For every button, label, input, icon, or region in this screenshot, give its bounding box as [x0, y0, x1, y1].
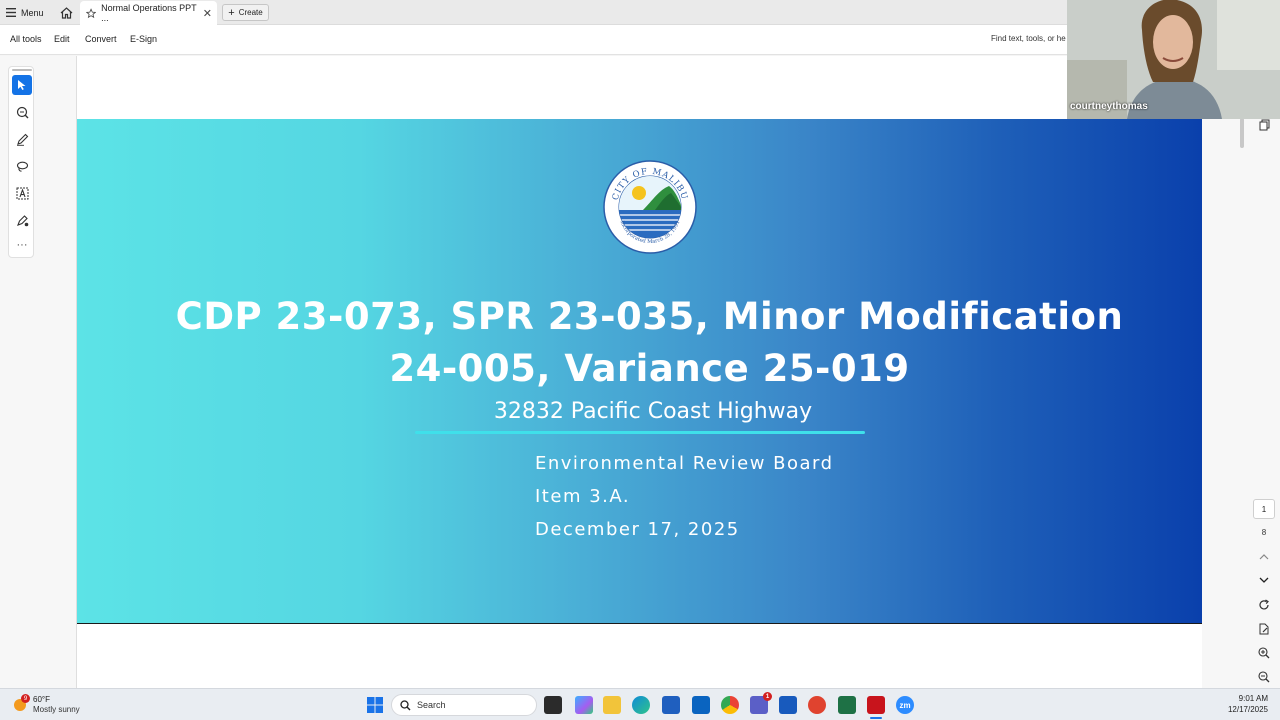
draw-tool-button[interactable] [12, 129, 32, 149]
weather-description: Mostly sunny [33, 705, 80, 714]
taskbar-search[interactable]: Search [391, 694, 537, 716]
toolbar-edit[interactable]: Edit [54, 34, 70, 44]
text-select-icon [16, 187, 28, 199]
stamp-tool-button[interactable] [12, 210, 32, 230]
teams-badge: 1 [763, 692, 772, 701]
right-panel [1202, 56, 1280, 688]
zoom-label: zm [899, 700, 911, 710]
copilot-icon[interactable] [575, 696, 593, 714]
lasso-icon [16, 161, 28, 172]
outlook-icon[interactable] [692, 696, 710, 714]
comment-tool-button[interactable] [12, 102, 32, 122]
adobe-acrobat-icon[interactable] [867, 696, 885, 714]
home-icon [60, 6, 73, 19]
slide-title-line-1: CDP 23-073, SPR 23-035, Minor Modificati… [175, 295, 1124, 338]
word-icon[interactable] [779, 696, 797, 714]
zoom-in-icon[interactable] [1255, 644, 1273, 662]
toolbar-all-tools[interactable]: All tools [10, 34, 42, 44]
refresh-icon[interactable] [1255, 596, 1273, 614]
excel-icon[interactable] [838, 696, 856, 714]
current-page-input[interactable]: 1 [1253, 499, 1275, 519]
teams-icon[interactable]: 1 [750, 692, 772, 714]
title-slide: CITY OF MALIBU Incorporated March 28, 19… [77, 119, 1202, 624]
edge-browser-icon[interactable] [632, 696, 650, 714]
chevron-up-icon[interactable] [1255, 548, 1273, 566]
left-tool-panel: ··· [0, 56, 77, 688]
meeting-body: Environmental Review Board [535, 453, 834, 474]
vertical-scrollbar[interactable] [1240, 118, 1244, 148]
clock-time[interactable]: 9:01 AM [1220, 694, 1268, 703]
windows-taskbar: 9 60°F Mostly sunny Search 1 zm 9:01 AM … [0, 688, 1280, 720]
stamp-icon [16, 214, 28, 226]
more-icon[interactable]: ··· [12, 235, 32, 255]
slide-title: CDP 23-073, SPR 23-035, Minor Modificati… [77, 291, 1222, 395]
weather-temperature: 60°F [33, 695, 50, 704]
hamburger-icon [6, 8, 16, 17]
address-underline [415, 431, 865, 434]
windows-logo-icon [367, 697, 383, 713]
webcam-video-tile: courtneythomas [1067, 0, 1280, 119]
city-of-malibu-seal-logo: CITY OF MALIBU Incorporated March 28, 19… [603, 160, 697, 254]
menu-button[interactable]: Menu [6, 4, 44, 21]
search-icon [400, 699, 411, 710]
comment-zoom-icon [16, 106, 28, 118]
total-pages: 8 [1261, 528, 1267, 537]
toolbar-esign[interactable]: E-Sign [130, 34, 157, 44]
store-icon[interactable] [662, 696, 680, 714]
pen-icon [16, 133, 28, 146]
zoom-out-icon[interactable] [1255, 668, 1273, 686]
home-button[interactable] [58, 4, 75, 21]
select-tool-button[interactable] [12, 75, 32, 95]
tool-rail: ··· [8, 66, 34, 258]
acrobat-sign-icon[interactable] [808, 696, 826, 714]
active-app-indicator [870, 717, 882, 719]
weather-widget[interactable]: 9 60°F Mostly sunny [12, 693, 102, 717]
menu-label: Menu [21, 7, 44, 18]
tab-document[interactable]: Normal Operations PPT ... ✕ [80, 1, 217, 25]
lasso-tool-button[interactable] [12, 156, 32, 176]
zoom-app-icon[interactable]: zm [896, 696, 914, 714]
select-cursor-icon [18, 80, 26, 90]
plus-icon: + [228, 6, 235, 19]
rail-grip[interactable] [12, 69, 32, 71]
start-button[interactable] [366, 696, 384, 714]
slide-title-line-2: 24-005, Variance 25-019 [389, 347, 910, 390]
clock-date[interactable]: 12/17/2025 [1210, 705, 1268, 714]
file-explorer-icon[interactable] [603, 696, 621, 714]
toolbar-convert[interactable]: Convert [85, 34, 117, 44]
star-icon[interactable] [86, 7, 97, 19]
text-tool-button[interactable] [12, 183, 32, 203]
slide-address: 32832 Pacific Coast Highway [493, 399, 813, 424]
meeting-date: December 17, 2025 [535, 519, 740, 540]
search-label: Search [417, 700, 446, 710]
chrome-icon[interactable] [721, 696, 739, 714]
participant-name: courtneythomas [1070, 101, 1148, 112]
tab-title: Normal Operations PPT ... [101, 3, 197, 23]
close-icon[interactable]: ✕ [203, 7, 212, 20]
create-button[interactable]: + Create [222, 4, 269, 21]
task-view-icon[interactable] [544, 696, 562, 714]
chevron-down-icon[interactable] [1255, 571, 1273, 589]
agenda-item: Item 3.A. [535, 486, 631, 507]
find-search-input[interactable]: Find text, tools, or he [991, 34, 1066, 43]
page-edit-icon[interactable] [1255, 620, 1273, 638]
weather-badge: 9 [21, 694, 30, 703]
create-label: Create [238, 8, 263, 17]
